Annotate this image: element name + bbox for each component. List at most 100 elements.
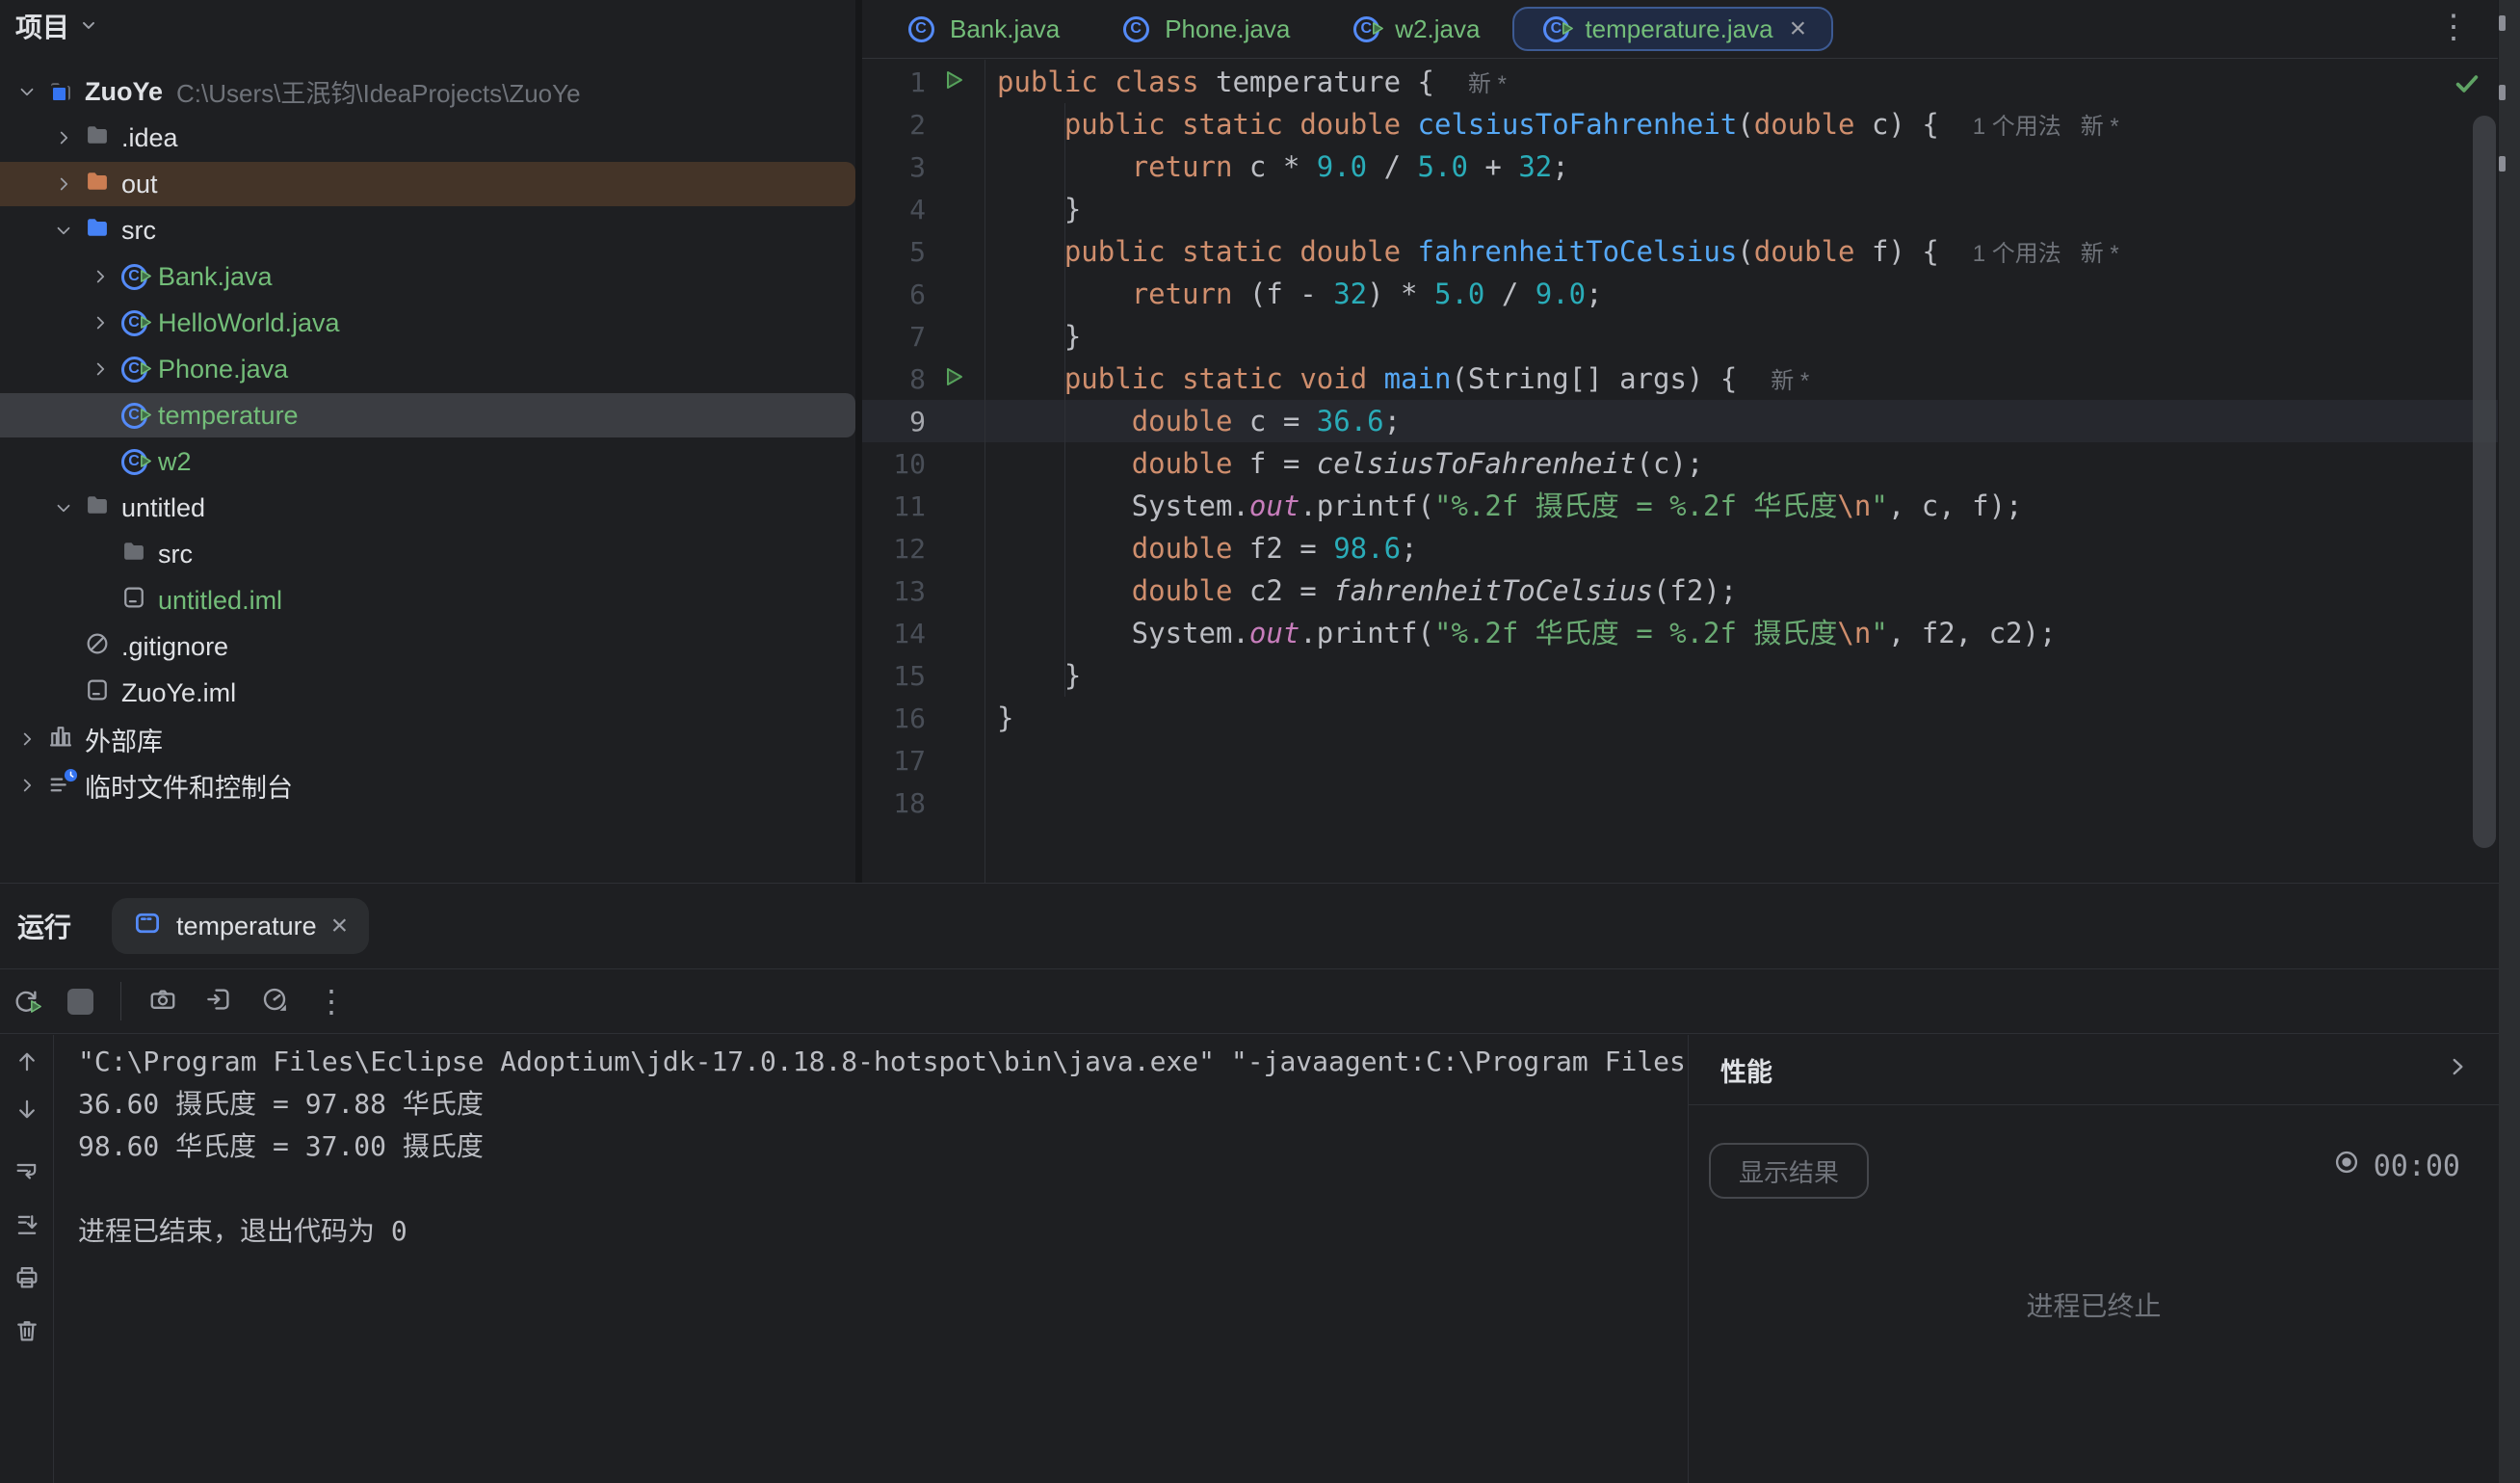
chevron-right-icon[interactable] bbox=[83, 266, 118, 287]
tree-item-w2[interactable]: Cw2 bbox=[0, 438, 855, 485]
performance-header[interactable]: 性能 bbox=[1689, 1035, 2499, 1105]
code-line-1[interactable]: public class temperature { 新 * bbox=[997, 61, 2470, 103]
code-line-12[interactable]: double f2 = 98.6; bbox=[997, 527, 2470, 569]
gutter-line-12[interactable]: 12 bbox=[862, 527, 984, 569]
camera-icon[interactable] bbox=[148, 985, 177, 1019]
tree-item-untitled[interactable]: untitled bbox=[0, 485, 855, 531]
editor-scrollbar[interactable] bbox=[2473, 116, 2496, 848]
gutter-line-9[interactable]: 9 bbox=[862, 400, 984, 442]
gutter-line-4[interactable]: 4 bbox=[862, 188, 984, 230]
tree-item-src[interactable]: src bbox=[0, 531, 855, 577]
tree-item-Phone.java[interactable]: CPhone.java bbox=[0, 346, 855, 392]
code-line-13[interactable]: double c2 = fahrenheitToCelsius(f2); bbox=[997, 569, 2470, 612]
gutter-line-5[interactable]: 5 bbox=[862, 230, 984, 273]
gutter-line-15[interactable]: 15 bbox=[862, 654, 984, 697]
run-tab-temperature[interactable]: temperature × bbox=[112, 898, 369, 954]
chevron-right-icon[interactable] bbox=[83, 312, 118, 333]
code-line-17[interactable] bbox=[997, 739, 2470, 781]
code-text[interactable]: public class temperature { 新 * public st… bbox=[997, 61, 2470, 824]
tree-item-ZuoYe[interactable]: ZuoYeC:\Users\王泯钧\IdeaProjects\ZuoYe bbox=[0, 68, 855, 115]
show-results-button[interactable]: 显示结果 bbox=[1709, 1143, 1869, 1199]
class-run-icon: C bbox=[1350, 16, 1382, 42]
gutter-line-18[interactable]: 18 bbox=[862, 781, 984, 824]
chevron-right-icon[interactable] bbox=[46, 173, 81, 195]
close-icon[interactable]: × bbox=[1790, 14, 1807, 43]
close-icon[interactable]: × bbox=[331, 912, 349, 940]
tree-item-label: 外部库 bbox=[85, 721, 163, 758]
code-line-16[interactable]: } bbox=[997, 697, 2470, 739]
chevron-down-icon[interactable] bbox=[46, 497, 81, 518]
printer-icon[interactable] bbox=[13, 1264, 40, 1296]
run-line-icon[interactable] bbox=[942, 365, 965, 392]
tab-options-icon[interactable]: ⋮ bbox=[2437, 8, 2470, 46]
project-panel-header[interactable]: 项目 bbox=[0, 0, 855, 52]
code-line-8[interactable]: public static void main(String[] args) {… bbox=[997, 358, 2470, 400]
chevron-down-icon[interactable] bbox=[10, 81, 44, 102]
gutter-line-7[interactable]: 7 bbox=[862, 315, 984, 358]
tree-item-ZuoYe.iml[interactable]: ZuoYe.iml bbox=[0, 670, 855, 716]
gutter-line-16[interactable]: 16 bbox=[862, 697, 984, 739]
profiler-icon[interactable] bbox=[260, 985, 289, 1019]
rerun-icon[interactable] bbox=[12, 987, 40, 1016]
tree-item--[interactable]: 外部库 bbox=[0, 716, 855, 762]
editor-tab-Phone.java[interactable]: CPhone.java bbox=[1092, 7, 1317, 51]
clipped-icon bbox=[2499, 85, 2506, 100]
performance-panel: 性能 显示结果 00:00 进程已终止 bbox=[1688, 1035, 2499, 1483]
tree-item-Bank.java[interactable]: CBank.java bbox=[0, 253, 855, 300]
tree-item-untitled.iml[interactable]: untitled.iml bbox=[0, 577, 855, 623]
gutter-line-1[interactable]: 1 bbox=[862, 61, 984, 103]
tree-item-.gitignore[interactable]: .gitignore bbox=[0, 623, 855, 670]
code-line-4[interactable]: } bbox=[997, 188, 2470, 230]
gutter-line-8[interactable]: 8 bbox=[862, 358, 984, 400]
console-output[interactable]: "C:\Program Files\Eclipse Adoptium\jdk-1… bbox=[55, 1035, 1687, 1483]
chevron-right-icon[interactable] bbox=[2445, 1054, 2470, 1086]
code-line-9[interactable]: double c = 36.6; bbox=[997, 400, 2470, 442]
chevron-right-icon[interactable] bbox=[83, 358, 118, 380]
code-line-7[interactable]: } bbox=[997, 315, 2470, 358]
tree-item-src[interactable]: src bbox=[0, 207, 855, 253]
gutter-line-2[interactable]: 2 bbox=[862, 103, 984, 146]
soft-wrap-icon[interactable] bbox=[13, 1158, 40, 1190]
scroll-end-icon[interactable] bbox=[13, 1211, 40, 1243]
inspections-ok-icon[interactable] bbox=[2453, 69, 2481, 102]
editor-tab-temperature.java[interactable]: Ctemperature.java× bbox=[1512, 7, 1833, 51]
chevron-right-icon[interactable] bbox=[10, 728, 44, 750]
code-line-14[interactable]: System.out.printf("%.2f 华氏度 = %.2f 摄氏度\n… bbox=[997, 612, 2470, 654]
gutter-line-13[interactable]: 13 bbox=[862, 569, 984, 612]
class-icon: C bbox=[1119, 16, 1152, 42]
panel-splitter[interactable] bbox=[855, 0, 862, 883]
chevron-right-icon[interactable] bbox=[10, 775, 44, 796]
more-dots-icon[interactable]: ⋮ bbox=[316, 983, 347, 1020]
trash-icon[interactable] bbox=[13, 1317, 40, 1349]
gutter-line-17[interactable]: 17 bbox=[862, 739, 984, 781]
gutter-line-11[interactable]: 11 bbox=[862, 485, 984, 527]
code-line-6[interactable]: return (f - 32) * 5.0 / 9.0; bbox=[997, 273, 2470, 315]
editor-tab-w2.java[interactable]: Cw2.java bbox=[1323, 7, 1507, 51]
code-line-3[interactable]: return c * 9.0 / 5.0 + 32; bbox=[997, 146, 2470, 188]
up-arrow-icon[interactable] bbox=[13, 1048, 40, 1080]
code-line-2[interactable]: public static double celsiusToFahrenheit… bbox=[997, 103, 2470, 146]
tree-item-.idea[interactable]: .idea bbox=[0, 115, 855, 161]
stop-icon[interactable] bbox=[67, 989, 93, 1015]
tree-item-temperature[interactable]: Ctemperature bbox=[0, 392, 855, 438]
tree-item--[interactable]: 临时文件和控制台 bbox=[0, 762, 855, 808]
tree-item-out[interactable]: out bbox=[0, 161, 855, 207]
code-line-5[interactable]: public static double fahrenheitToCelsius… bbox=[997, 230, 2470, 273]
chevron-down-icon[interactable] bbox=[79, 11, 98, 41]
gutter-line-10[interactable]: 10 bbox=[862, 442, 984, 485]
chevron-down-icon[interactable] bbox=[46, 220, 81, 241]
gutter-line-14[interactable]: 14 bbox=[862, 612, 984, 654]
code-line-10[interactable]: double f = celsiusToFahrenheit(c); bbox=[997, 442, 2470, 485]
chevron-right-icon[interactable] bbox=[46, 127, 81, 148]
code-line-11[interactable]: System.out.printf("%.2f 摄氏度 = %.2f 华氏度\n… bbox=[997, 485, 2470, 527]
code-line-15[interactable]: } bbox=[997, 654, 2470, 697]
gutter-line-3[interactable]: 3 bbox=[862, 146, 984, 188]
export-icon[interactable] bbox=[204, 985, 233, 1019]
down-arrow-icon[interactable] bbox=[13, 1096, 40, 1127]
gutter-line-6[interactable]: 6 bbox=[862, 273, 984, 315]
editor-tab-Bank.java[interactable]: CBank.java bbox=[878, 7, 1087, 51]
code-line-18[interactable] bbox=[997, 781, 2470, 824]
run-line-icon[interactable] bbox=[942, 68, 965, 95]
tree-item-HelloWorld.java[interactable]: CHelloWorld.java bbox=[0, 300, 855, 346]
code-editor[interactable]: 123456789101112131415161718 public class… bbox=[862, 60, 2499, 883]
